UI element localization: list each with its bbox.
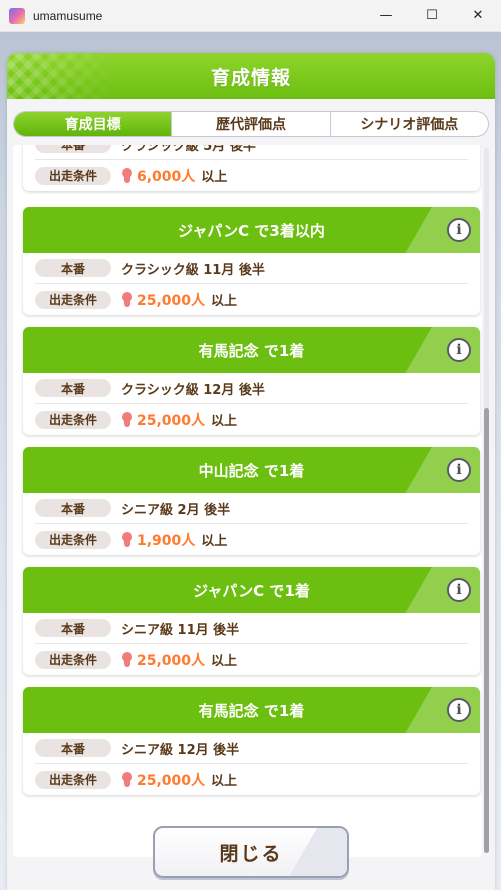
goal-header: ジャパンC で3着以内 i <box>23 207 480 253</box>
close-label: 閉じる <box>219 842 283 865</box>
fan-count: 25,000人 <box>137 772 206 789</box>
goal-title: 有馬記念 で1着 <box>198 341 305 360</box>
fan-icon <box>121 411 133 428</box>
goal-header: 中山記念 で1着 i <box>23 447 480 493</box>
condition-label: 出走条件 <box>35 410 111 429</box>
goal-title: ジャパンC で1着 <box>193 581 310 600</box>
race-label: 本番 <box>35 379 111 397</box>
fan-icon <box>121 167 133 184</box>
goal-title: 有馬記念 で1着 <box>198 701 305 720</box>
fan-count: 25,000人 <box>137 412 206 429</box>
goal-card: 本番 クラシック級 5月 後半 出走条件 6,000人 以上 <box>23 145 480 191</box>
condition-label: 出走条件 <box>35 650 111 669</box>
goal-title: ジャパンC で3着以内 <box>178 221 325 240</box>
info-icon[interactable]: i <box>447 458 471 482</box>
goal-title: 中山記念 で1着 <box>198 461 305 480</box>
dialog-header: 育成情報 <box>7 53 495 99</box>
goal-card: 中山記念 で1着 i 本番 シニア級 2月 後半 出走条件 1,900人 以上 <box>23 447 480 555</box>
list-scrollbar[interactable] <box>484 148 489 853</box>
race-row: 本番 シニア級 11月 後半 <box>35 613 468 644</box>
fan-count: 1,900人 <box>137 532 196 549</box>
scroll-thumb[interactable] <box>484 408 489 853</box>
goal-list[interactable]: 本番 クラシック級 5月 後半 出走条件 6,000人 以上 ジャパンC で3着… <box>13 145 482 857</box>
window-controls: — ☐ ✕ <box>363 0 501 32</box>
condition-suffix: 以上 <box>211 294 238 309</box>
goal-card: ジャパンC で1着 i 本番 シニア級 11月 後半 出走条件 25,000人 … <box>23 567 480 675</box>
condition-label: 出走条件 <box>35 770 111 789</box>
close-window-button[interactable]: ✕ <box>455 0 501 32</box>
race-value: シニア級 11月 後半 <box>121 622 240 638</box>
fan-count: 25,000人 <box>137 292 206 309</box>
fan-icon <box>121 771 133 788</box>
condition-row: 出走条件 1,900人 以上 <box>35 524 468 555</box>
tab-goals[interactable]: 育成目標 <box>14 112 172 136</box>
race-row: 本番 クラシック級 11月 後半 <box>35 253 468 284</box>
info-icon[interactable]: i <box>447 218 471 242</box>
race-value: シニア級 2月 後半 <box>121 502 231 518</box>
race-value: クラシック級 11月 後半 <box>121 262 265 278</box>
race-value: シニア級 12月 後半 <box>121 742 240 758</box>
race-value: クラシック級 12月 後半 <box>121 382 265 398</box>
race-label: 本番 <box>35 499 111 517</box>
race-label: 本番 <box>35 145 111 153</box>
condition-row: 出走条件 25,000人 以上 <box>35 404 468 435</box>
race-row: 本番 クラシック級 5月 後半 <box>35 145 468 160</box>
tab-scenario-scores[interactable]: シナリオ評価点 <box>329 112 488 136</box>
condition-suffix: 以上 <box>211 654 238 669</box>
maximize-button[interactable]: ☐ <box>409 0 455 32</box>
tab-history-scores[interactable]: 歴代評価点 <box>171 112 329 136</box>
condition-label: 出走条件 <box>35 290 111 309</box>
goal-card: 有馬記念 で1着 i 本番 クラシック級 12月 後半 出走条件 25,000人… <box>23 327 480 435</box>
fan-count: 6,000人 <box>137 168 196 185</box>
race-value: クラシック級 5月 後半 <box>121 145 256 154</box>
window-titlebar: umamusume — ☐ ✕ <box>0 0 501 32</box>
fan-icon <box>121 531 133 548</box>
condition-row: 出走条件 25,000人 以上 <box>35 644 468 675</box>
fan-icon <box>121 651 133 668</box>
info-icon[interactable]: i <box>447 338 471 362</box>
condition-suffix: 以上 <box>211 774 238 789</box>
condition-suffix: 以上 <box>201 534 228 549</box>
race-label: 本番 <box>35 739 111 757</box>
condition-label: 出走条件 <box>35 166 111 185</box>
condition-label: 出走条件 <box>35 530 111 549</box>
app-icon <box>9 7 25 24</box>
tab-bar: 育成目標 歴代評価点 シナリオ評価点 <box>13 111 489 137</box>
close-dialog-button[interactable]: 閉じる <box>153 826 349 878</box>
goal-header: ジャパンC で1着 i <box>23 567 480 613</box>
race-row: 本番 シニア級 2月 後半 <box>35 493 468 524</box>
goal-header: 有馬記念 で1着 i <box>23 687 480 733</box>
training-info-dialog: 育成情報 育成目標 歴代評価点 シナリオ評価点 本番 クラシック級 5月 後半 … <box>7 53 495 890</box>
race-row: 本番 シニア級 12月 後半 <box>35 733 468 764</box>
goal-card: 有馬記念 で1着 i 本番 シニア級 12月 後半 出走条件 25,000人 以… <box>23 687 480 795</box>
condition-suffix: 以上 <box>211 414 238 429</box>
minimize-button[interactable]: — <box>363 0 409 32</box>
info-icon[interactable]: i <box>447 698 471 722</box>
header-pattern <box>7 53 117 99</box>
goal-header: 有馬記念 で1着 i <box>23 327 480 373</box>
fan-icon <box>121 291 133 308</box>
condition-suffix: 以上 <box>201 170 228 185</box>
window-title: umamusume <box>33 8 103 23</box>
condition-row: 出走条件 25,000人 以上 <box>35 284 468 315</box>
dialog-title: 育成情報 <box>210 66 291 89</box>
race-label: 本番 <box>35 259 111 277</box>
condition-row: 出走条件 6,000人 以上 <box>35 160 468 191</box>
race-label: 本番 <box>35 619 111 637</box>
goal-card: ジャパンC で3着以内 i 本番 クラシック級 11月 後半 出走条件 25,0… <box>23 207 480 315</box>
race-row: 本番 クラシック級 12月 後半 <box>35 373 468 404</box>
info-icon[interactable]: i <box>447 578 471 602</box>
condition-row: 出走条件 25,000人 以上 <box>35 764 468 795</box>
fan-count: 25,000人 <box>137 652 206 669</box>
